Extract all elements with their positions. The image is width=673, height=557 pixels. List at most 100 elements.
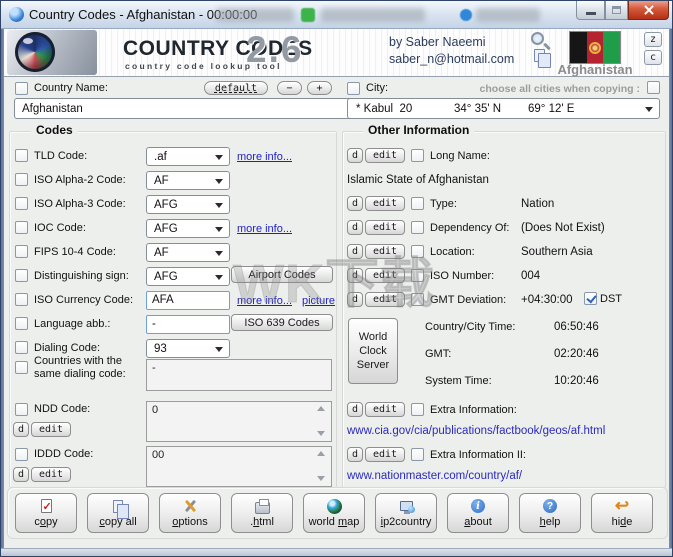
world-map-button[interactable]: world map bbox=[303, 493, 365, 533]
extra-info-edit-button[interactable]: edit bbox=[365, 402, 405, 417]
help-button[interactable]: ?help bbox=[519, 493, 581, 533]
airport-codes-button[interactable]: Airport Codes bbox=[231, 266, 333, 283]
copy-button[interactable]: copy bbox=[15, 493, 77, 533]
city-dropdown[interactable]: * Kabul 20 34° 35' N 69° 12' E bbox=[347, 98, 660, 119]
copy-all-icon bbox=[110, 498, 127, 514]
gmt-deviation-edit-button[interactable]: edit bbox=[365, 292, 405, 307]
copy-all-button[interactable]: copy all bbox=[87, 493, 149, 533]
fips-code-checkbox[interactable] bbox=[15, 245, 28, 258]
currency-more-info-link[interactable]: more info... bbox=[237, 295, 292, 307]
iso-number-checkbox[interactable] bbox=[411, 269, 424, 282]
iso-number-d-button[interactable]: d bbox=[347, 268, 363, 283]
dst-checkbox[interactable] bbox=[584, 292, 597, 305]
extra-info2-checkbox[interactable] bbox=[411, 448, 424, 461]
choose-all-cities-checkbox[interactable] bbox=[647, 81, 660, 94]
tld-code-dropdown[interactable]: .af bbox=[146, 147, 230, 166]
default-button[interactable]: default bbox=[204, 81, 268, 95]
plus-button[interactable]: + bbox=[307, 81, 332, 95]
iso-alpha2-dropdown[interactable]: AF bbox=[146, 171, 230, 190]
language-abb-input[interactable]: - bbox=[146, 315, 230, 334]
extra-info2-label: Extra Information II: bbox=[430, 449, 526, 461]
long-name-checkbox[interactable] bbox=[411, 149, 424, 162]
ndd-scroll-down-icon[interactable] bbox=[317, 431, 325, 436]
type-checkbox[interactable] bbox=[411, 197, 424, 210]
dependency-checkbox[interactable] bbox=[411, 221, 424, 234]
iddd-scroll-up-icon[interactable] bbox=[317, 451, 325, 456]
ndd-edit-button[interactable]: edit bbox=[31, 422, 71, 437]
iso-alpha3-checkbox[interactable] bbox=[15, 197, 28, 210]
gmt-deviation-d-button[interactable]: d bbox=[347, 292, 363, 307]
iddd-scroll-down-icon[interactable] bbox=[317, 476, 325, 481]
html-button[interactable]: .html bbox=[231, 493, 293, 533]
iddd-code-box[interactable]: 00 bbox=[146, 446, 332, 487]
ndd-scroll-up-icon[interactable] bbox=[317, 406, 325, 411]
chevron-down-icon bbox=[215, 179, 223, 184]
dependency-d-button[interactable]: d bbox=[347, 220, 363, 235]
currency-picture-link[interactable]: picture bbox=[302, 295, 335, 307]
ip2country-button[interactable]: ip2country bbox=[375, 493, 437, 533]
c-button[interactable]: c bbox=[644, 50, 662, 65]
app-header: COUNTRY CODES country code lookup tool 2… bbox=[3, 29, 672, 77]
options-button[interactable]: options bbox=[159, 493, 221, 533]
dependency-edit-button[interactable]: edit bbox=[365, 220, 405, 235]
search-icon[interactable] bbox=[531, 32, 544, 45]
fips-code-dropdown[interactable]: AF bbox=[146, 243, 230, 262]
afghanistan-flag bbox=[569, 31, 621, 64]
iso-currency-input[interactable]: AFA bbox=[146, 291, 230, 310]
ndd-d-button[interactable]: d bbox=[13, 422, 29, 437]
iso-alpha2-checkbox[interactable] bbox=[15, 173, 28, 186]
hide-button[interactable]: ↩hide bbox=[591, 493, 653, 533]
country-name-checkbox[interactable] bbox=[15, 82, 28, 95]
world-clock-server-button[interactable]: World Clock Server bbox=[348, 318, 398, 384]
same-dialing-code-checkbox[interactable] bbox=[15, 361, 28, 374]
type-edit-button[interactable]: edit bbox=[365, 196, 405, 211]
type-d-button[interactable]: d bbox=[347, 196, 363, 211]
extra-info2-d-button[interactable]: d bbox=[347, 447, 363, 462]
z-button[interactable]: z bbox=[644, 32, 662, 47]
codes-section-title: Codes bbox=[31, 123, 78, 137]
about-button[interactable]: iabout bbox=[447, 493, 509, 533]
copy-icon[interactable] bbox=[534, 49, 545, 62]
extra-info2-url-link[interactable]: www.nationmaster.com/country/af/ bbox=[347, 470, 522, 482]
close-button[interactable] bbox=[628, 1, 669, 20]
copy-check-icon bbox=[38, 498, 55, 514]
iddd-code-label: IDDD Code: bbox=[34, 448, 93, 460]
extra-info2-edit-button[interactable]: edit bbox=[365, 447, 405, 462]
minus-button[interactable]: − bbox=[277, 81, 302, 95]
minimize-button[interactable] bbox=[576, 1, 605, 20]
iso-number-edit-button[interactable]: edit bbox=[365, 268, 405, 283]
location-edit-button[interactable]: edit bbox=[365, 244, 405, 259]
location-checkbox[interactable] bbox=[411, 245, 424, 258]
tld-more-info-link[interactable]: more info... bbox=[237, 151, 292, 163]
iso-currency-checkbox[interactable] bbox=[15, 293, 28, 306]
extra-info-checkbox[interactable] bbox=[411, 403, 424, 416]
system-time-value: 10:20:46 bbox=[554, 375, 599, 387]
iso-alpha3-dropdown[interactable]: AFG bbox=[146, 195, 230, 214]
ioc-code-dropdown[interactable]: AFG bbox=[146, 219, 230, 238]
ioc-more-info-link[interactable]: more info... bbox=[237, 223, 292, 235]
ioc-code-checkbox[interactable] bbox=[15, 221, 28, 234]
distinguishing-sign-checkbox[interactable] bbox=[15, 269, 28, 282]
dialing-code-checkbox[interactable] bbox=[15, 341, 28, 354]
tld-code-checkbox[interactable] bbox=[15, 149, 28, 162]
maximize-button[interactable] bbox=[605, 1, 628, 20]
dialing-code-dropdown[interactable]: 93 bbox=[146, 339, 230, 358]
location-d-button[interactable]: d bbox=[347, 244, 363, 259]
extra-info-d-button[interactable]: d bbox=[347, 402, 363, 417]
country-dropdown[interactable]: Afghanistan bbox=[14, 98, 367, 119]
ndd-code-box[interactable]: 0 bbox=[146, 401, 332, 442]
iso-639-codes-button[interactable]: ISO 639 Codes bbox=[231, 314, 333, 331]
gmt-deviation-label: GMT Deviation: bbox=[430, 294, 506, 306]
iddd-edit-button[interactable]: edit bbox=[31, 467, 71, 482]
blurred-background-text bbox=[321, 8, 425, 22]
language-abb-checkbox[interactable] bbox=[15, 317, 28, 330]
iddd-d-button[interactable]: d bbox=[13, 467, 29, 482]
gmt-deviation-checkbox[interactable] bbox=[411, 293, 424, 306]
city-checkbox[interactable] bbox=[347, 82, 360, 95]
iddd-code-checkbox[interactable] bbox=[15, 448, 28, 461]
ndd-code-checkbox[interactable] bbox=[15, 403, 28, 416]
long-name-d-button[interactable]: d bbox=[347, 148, 363, 163]
long-name-edit-button[interactable]: edit bbox=[365, 148, 405, 163]
extra-info-url-link[interactable]: www.cia.gov/cia/publications/factbook/ge… bbox=[347, 425, 605, 437]
distinguishing-sign-dropdown[interactable]: AFG bbox=[146, 267, 230, 286]
